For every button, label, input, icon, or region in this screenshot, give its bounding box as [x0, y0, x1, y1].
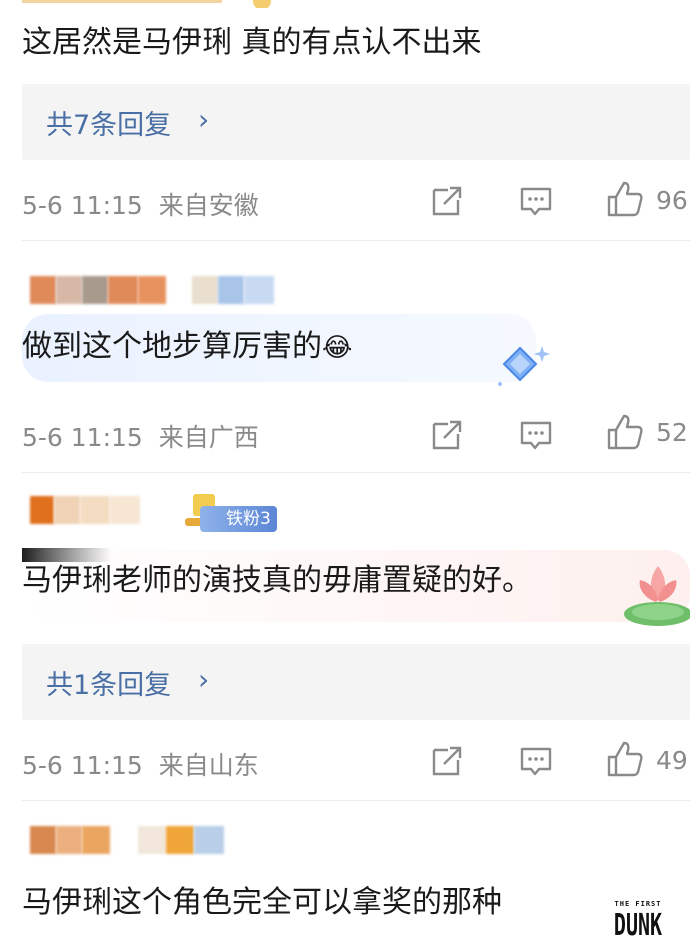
cropped-text-decoration [22, 0, 271, 8]
chevron-right-icon: › [198, 663, 210, 696]
comment-2-time: 5-6 11:15 [22, 423, 143, 452]
comment-3-like-count: 49 [656, 746, 688, 775]
comment-1-time: 5-6 11:15 [22, 191, 143, 220]
comment-2-text: 做到这个地步算厉害的 [22, 329, 322, 364]
comment-3-meta: 5-6 11:15 来自山东 [22, 746, 259, 782]
like-icon[interactable] [606, 740, 644, 778]
diamond-decoration-icon [498, 346, 550, 386]
divider [22, 800, 690, 801]
lotus-decoration-icon [624, 566, 690, 626]
comment-2-like-count: 52 [656, 418, 688, 447]
comment-3-location: 来自山东 [158, 751, 259, 780]
comment-3-reply-box[interactable]: 共1条回复 › [22, 644, 690, 720]
divider [22, 240, 690, 241]
comment-3-reply-link[interactable]: 共1条回复 [46, 663, 171, 702]
laughing-emoji-icon: 😂 [322, 333, 353, 363]
comment-1-reply-box[interactable]: 共7条回复 › [22, 84, 690, 160]
fan-badge: 铁粉3 [200, 506, 277, 532]
comment-2-text-row: 做到这个地步算厉害的😂 [22, 326, 352, 369]
comment-icon[interactable] [519, 184, 553, 218]
comment-icon[interactable] [519, 744, 553, 778]
share-icon[interactable] [430, 184, 464, 218]
comment-2-username-blurred [30, 276, 280, 304]
comment-icon[interactable] [519, 418, 553, 452]
comment-1-meta: 5-6 11:15 来自安徽 [22, 186, 259, 222]
comment-3-time: 5-6 11:15 [22, 751, 143, 780]
chevron-right-icon: › [198, 103, 210, 136]
comment-1-text: 这居然是马伊琍 真的有点认不出来 [22, 25, 482, 60]
comment-1-reply-link[interactable]: 共7条回复 [46, 103, 171, 142]
watermark-logo: THE FIRST DUNK [612, 900, 664, 949]
like-icon[interactable] [606, 180, 644, 218]
share-icon[interactable] [430, 744, 464, 778]
comment-1-location: 来自安徽 [158, 191, 259, 220]
share-icon[interactable] [430, 418, 464, 452]
comment-2-meta: 5-6 11:15 来自广西 [22, 418, 259, 454]
comment-3-text: 马伊琍老师的演技真的毋庸置疑的好。 [22, 563, 532, 598]
cut-off-text-fragment [22, 0, 282, 8]
comment-4-text: 马伊琍这个角色完全可以拿奖的那种 [22, 885, 502, 920]
comment-4-username-blurred [30, 826, 250, 854]
like-icon[interactable] [606, 413, 644, 451]
comment-1-like-count: 96 [656, 186, 688, 215]
comment-2-location: 来自广西 [158, 423, 259, 452]
watermark-line-2: DUNK [613, 906, 663, 943]
divider [22, 472, 690, 473]
